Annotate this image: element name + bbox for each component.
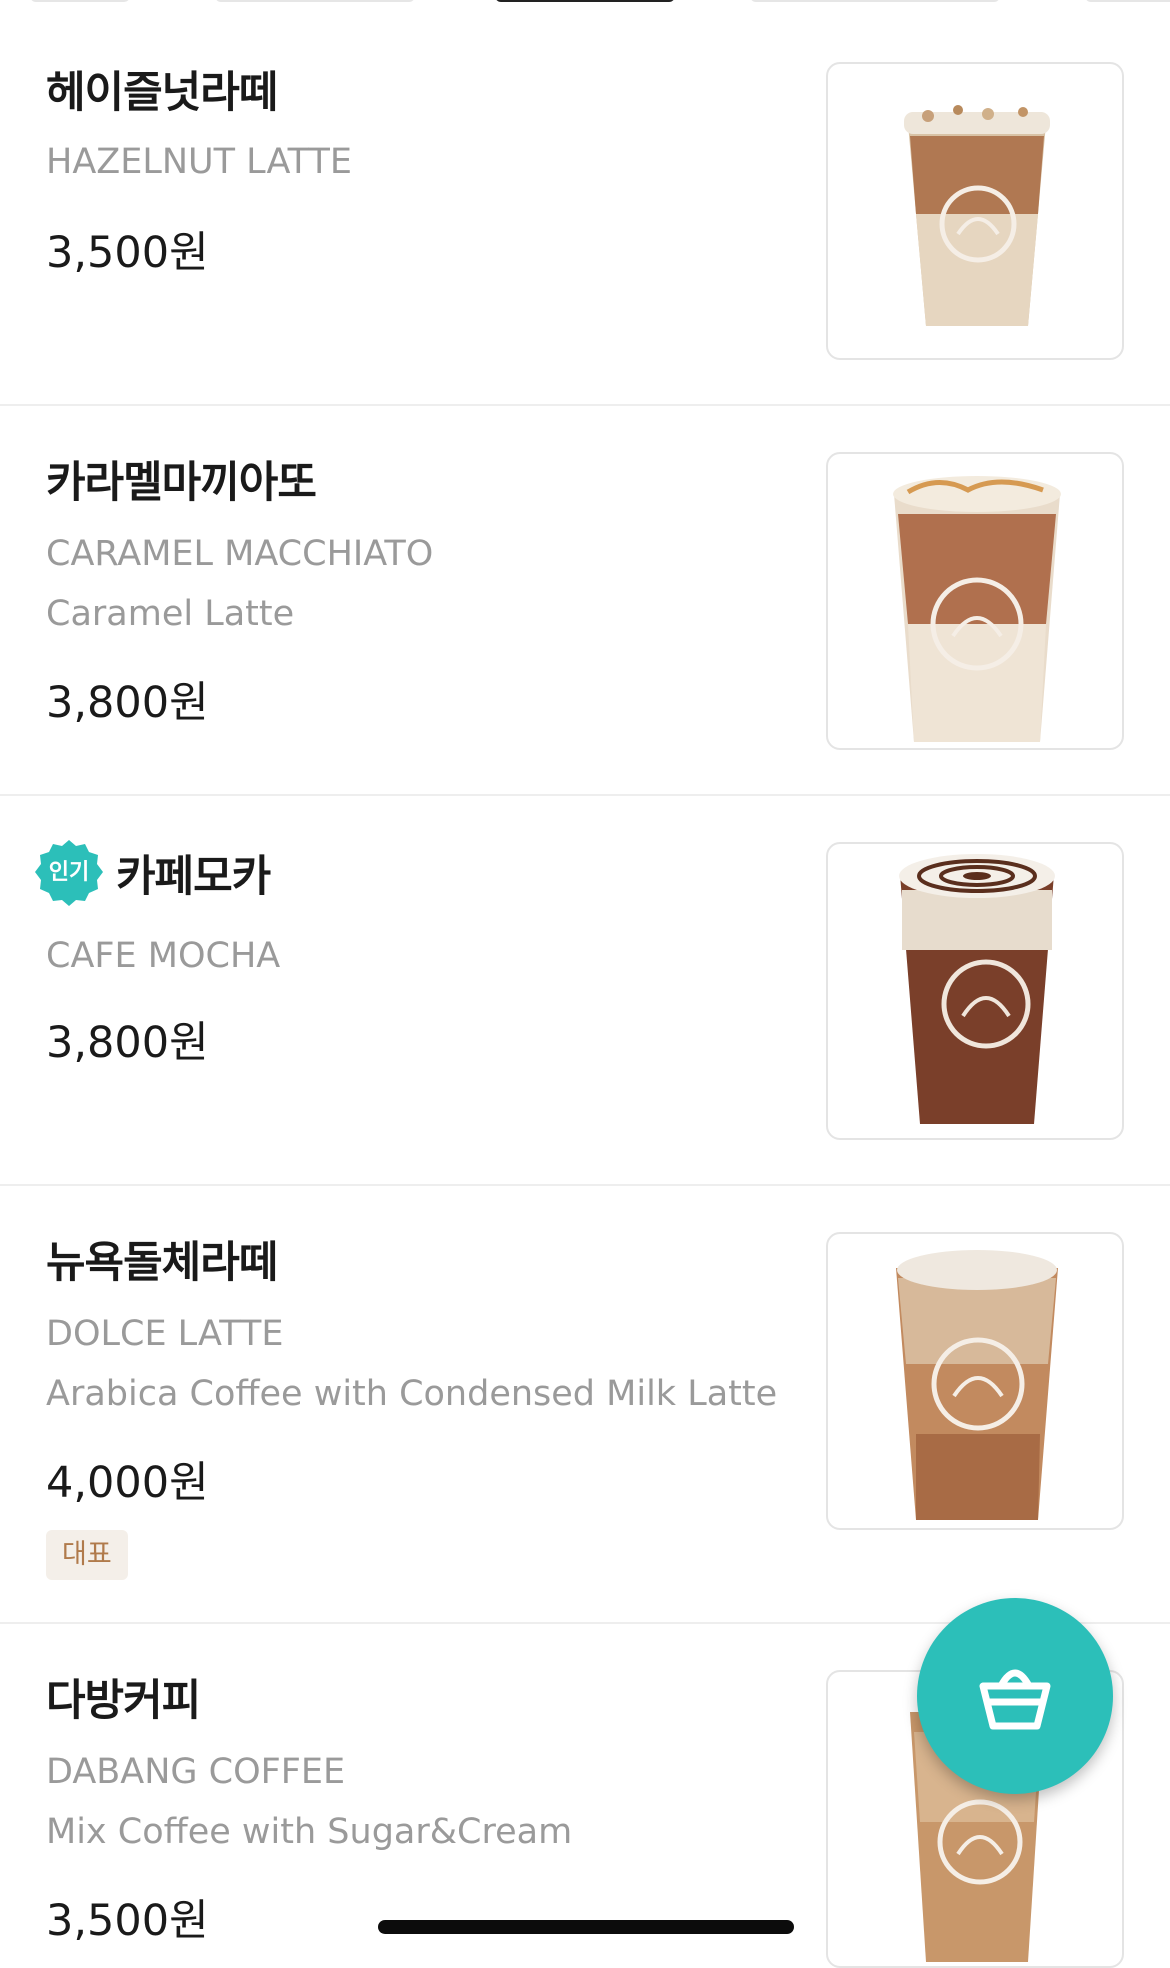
item-price: 3,500원 <box>46 228 209 278</box>
item-image <box>826 452 1124 750</box>
item-description: Caramel Latte <box>46 594 295 634</box>
signature-tag: 대표 <box>46 1530 128 1580</box>
item-price: 4,000원 <box>46 1458 209 1508</box>
iced-drink-image <box>893 476 1061 742</box>
cart-button[interactable] <box>917 1598 1113 1794</box>
menu-item-hazelnut-latte[interactable]: 헤이즐넛라떼 HAZELNUT LATTE 3,500원 <box>0 0 1170 406</box>
item-name-en: CAFE MOCHA <box>46 936 281 976</box>
shopping-basket-icon <box>979 1669 1051 1730</box>
item-image <box>826 842 1124 1140</box>
item-name-en: CARAMEL MACCHIATO <box>46 534 434 574</box>
item-name: 뉴욕돌체라떼 <box>46 1238 278 1288</box>
menu-item-cafe-mocha[interactable]: 인기 카페모카 CAFE MOCHA 3,800원 <box>0 796 1170 1186</box>
item-name: 카페모카 <box>116 852 271 902</box>
item-name: 다방커피 <box>46 1676 201 1726</box>
item-name-row: 다방커피 <box>46 1666 201 1728</box>
item-name-row: 뉴욕돌체라떼 <box>46 1228 278 1290</box>
item-name-en: DOLCE LATTE <box>46 1314 284 1354</box>
iced-drink-image <box>904 105 1050 326</box>
item-image <box>826 1232 1124 1530</box>
item-price: 3,800원 <box>46 678 209 728</box>
item-image <box>826 62 1124 360</box>
popular-badge: 인기 <box>34 838 104 908</box>
popular-badge-label: 인기 <box>48 860 90 885</box>
item-name-row: 헤이즐넛라떼 <box>46 58 278 120</box>
item-name: 카라멜마끼아또 <box>46 458 317 508</box>
item-description: Arabica Coffee with Condensed Milk Latte <box>46 1374 778 1414</box>
menu-item-caramel-macchiato[interactable]: 카라멜마끼아또 CARAMEL MACCHIATO Caramel Latte … <box>0 406 1170 796</box>
item-description: Mix Coffee with Sugar&Cream <box>46 1812 573 1852</box>
iced-drink-image <box>899 854 1055 1124</box>
item-name-en: DABANG COFFEE <box>46 1752 346 1792</box>
home-indicator <box>378 1920 794 1934</box>
item-name-row: 카라멜마끼아또 <box>46 448 317 510</box>
iced-drink-image <box>896 1250 1058 1520</box>
item-name: 헤이즐넛라떼 <box>46 68 278 118</box>
item-price: 3,800원 <box>46 1018 209 1068</box>
item-name-row: 인기 카페모카 <box>35 838 271 908</box>
item-name-en: HAZELNUT LATTE <box>46 142 352 182</box>
menu-item-dolce-latte[interactable]: 뉴욕돌체라떼 DOLCE LATTE Arabica Coffee with C… <box>0 1186 1170 1624</box>
item-price: 3,500원 <box>46 1896 209 1946</box>
